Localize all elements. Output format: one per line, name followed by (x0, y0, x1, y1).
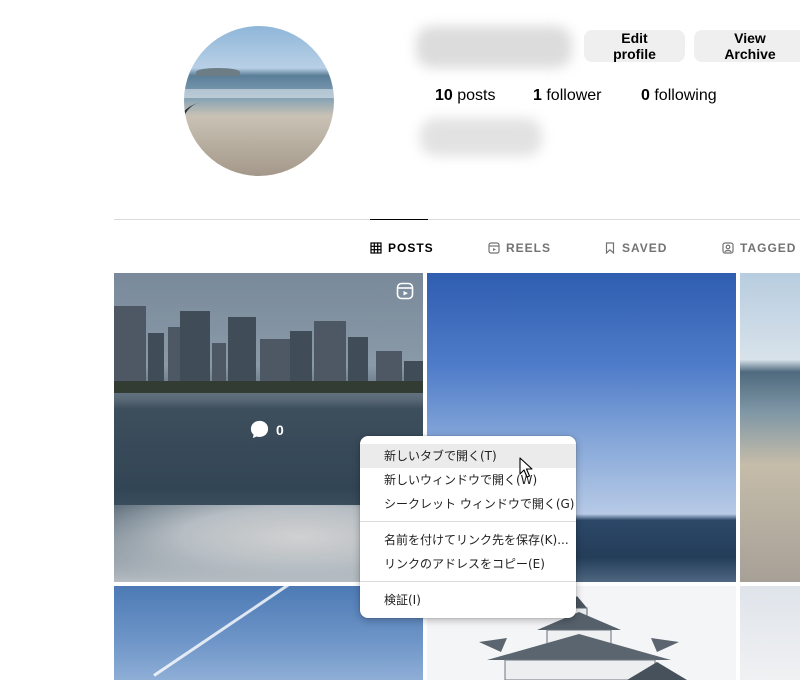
ctx-copy-link-address[interactable]: リンクのアドレスをコピー(E) (360, 552, 576, 576)
ctx-save-link-as[interactable]: 名前を付けてリンク先を保存(K)... (360, 528, 576, 552)
ctx-inspect[interactable]: 検証(I) (360, 588, 576, 612)
mouse-cursor-icon (519, 457, 533, 478)
tab-posts[interactable]: POSTS (370, 238, 434, 258)
post-tile-6[interactable] (740, 586, 800, 680)
profile-avatar[interactable] (184, 26, 334, 176)
following-count: 0 (641, 87, 650, 104)
ctx-separator (360, 581, 576, 582)
ctx-separator (360, 521, 576, 522)
view-archive-button[interactable]: View Archive (694, 30, 800, 62)
active-tab-indicator (370, 219, 428, 220)
tabs-divider (114, 219, 800, 220)
tab-saved-label: SAVED (622, 241, 668, 255)
posts-label: posts (457, 87, 496, 104)
followers-label: follower (546, 87, 602, 104)
edit-profile-button[interactable]: Edit profile (584, 30, 685, 62)
avatar-photo-wave (184, 89, 334, 98)
tab-reels-label: REELS (506, 241, 552, 255)
comment-count-badge: 0 (249, 419, 284, 440)
comment-count: 0 (276, 421, 284, 438)
bookmark-icon (605, 242, 615, 254)
reels-icon (396, 282, 414, 300)
bio-blurred (420, 118, 542, 156)
posts-stat: 10 posts (435, 87, 496, 105)
followers-count: 1 (533, 87, 542, 104)
posts-count: 10 (435, 87, 453, 104)
tab-tagged-label: TAGGED (740, 241, 797, 255)
post-tile-3[interactable] (740, 273, 800, 582)
ctx-open-incognito[interactable]: シークレット ウィンドウで開く(G) (360, 492, 576, 516)
comment-icon (250, 420, 269, 439)
following-label: following (654, 87, 717, 104)
reels-icon (488, 242, 500, 254)
tab-reels[interactable]: REELS (488, 238, 551, 258)
following-stat[interactable]: 0 following (641, 87, 717, 105)
tab-saved[interactable]: SAVED (604, 238, 667, 258)
context-menu: 新しいタブで開く(T) 新しいウィンドウで開く(W) シークレット ウィンドウで… (360, 436, 576, 618)
ctx-open-new-window[interactable]: 新しいウィンドウで開く(W) (360, 468, 576, 492)
tab-posts-label: POSTS (388, 241, 434, 255)
avatar-photo-hill (196, 68, 240, 76)
contrail (153, 586, 321, 677)
avatar-photo-tent (184, 100, 226, 176)
ctx-open-new-tab[interactable]: 新しいタブで開く(T) (360, 444, 576, 468)
grid-icon (370, 242, 382, 254)
followers-stat[interactable]: 1 follower (533, 87, 602, 105)
username-blurred (416, 26, 572, 68)
tab-tagged[interactable]: TAGGED (722, 238, 796, 258)
tag-person-icon (722, 242, 734, 254)
